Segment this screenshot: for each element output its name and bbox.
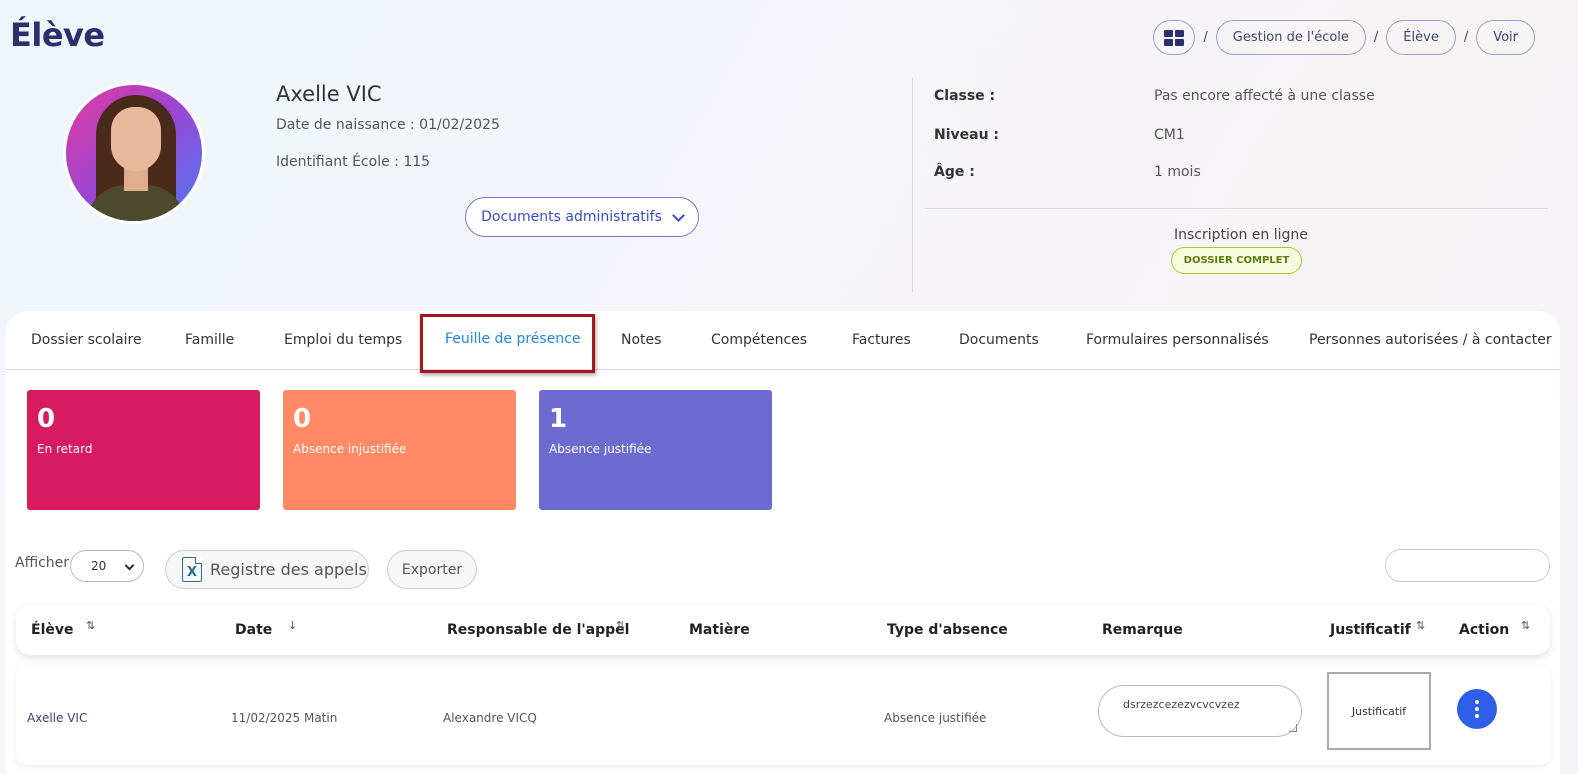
dashboard-button[interactable]: [1153, 20, 1196, 55]
breadcrumb: / Gestion de l'école / Élève / Voir: [1153, 20, 1535, 55]
tab-documents[interactable]: Documents: [959, 332, 1039, 348]
page-size-select[interactable]: 20: [70, 550, 144, 582]
age-value: 1 mois: [1154, 164, 1201, 180]
table-header: Élève ⇅ Date ↓ Responsable de l'appel ⇅ …: [16, 605, 1550, 655]
stat-late-label: En retard: [37, 442, 93, 456]
search-input[interactable]: [1385, 549, 1550, 582]
main-card: Dossier scolaire Famille Emploi du temps…: [6, 311, 1560, 774]
breadcrumb-separator: /: [1463, 30, 1469, 45]
tab-formulaires[interactable]: Formulaires personnalisés: [1086, 332, 1269, 348]
remark-text: dsrzezcezezvcvcvzez: [1123, 698, 1240, 711]
breadcrumb-student[interactable]: Élève: [1386, 20, 1456, 55]
admin-documents-button[interactable]: Documents administratifs: [465, 197, 699, 237]
cell-date: 11/02/2025 Matin: [231, 711, 338, 725]
classe-value: Pas encore affecté à une classe: [1154, 88, 1375, 104]
sort-icon[interactable]: ⇅: [1521, 619, 1530, 632]
column-responsable[interactable]: Responsable de l'appel: [447, 622, 629, 638]
niveau-value: CM1: [1154, 127, 1185, 143]
column-date[interactable]: Date: [235, 622, 272, 638]
breadcrumb-separator: /: [1203, 30, 1208, 45]
stat-late-value: 0: [37, 404, 56, 434]
column-eleve[interactable]: Élève: [31, 622, 73, 638]
active-tab-highlight: [420, 314, 595, 373]
stat-justified: 1 Absence justifiée: [539, 390, 772, 510]
cell-eleve[interactable]: Axelle VIC: [27, 711, 87, 725]
tab-notes[interactable]: Notes: [621, 332, 661, 348]
excel-file-icon: X: [182, 557, 202, 582]
cell-responsable: Alexandre VICQ: [443, 711, 537, 725]
tab-famille[interactable]: Famille: [185, 332, 234, 348]
column-action[interactable]: Action: [1459, 622, 1509, 638]
breadcrumb-view[interactable]: Voir: [1476, 20, 1535, 55]
sort-icon[interactable]: ⇅: [616, 619, 625, 632]
tab-emploi-du-temps[interactable]: Emploi du temps: [284, 332, 402, 348]
breadcrumb-separator: /: [1373, 30, 1379, 45]
more-actions-button[interactable]: [1457, 689, 1497, 729]
tab-bar: Dossier scolaire Famille Emploi du temps…: [6, 311, 1560, 373]
stat-late: 0 En retard: [27, 390, 260, 510]
page-size-value: 20: [91, 559, 107, 573]
online-registration-label: Inscription en ligne: [1174, 227, 1308, 243]
sort-icon[interactable]: ⇅: [1416, 619, 1425, 632]
stat-unjustified-value: 0: [293, 404, 312, 434]
stat-justified-label: Absence justifiée: [549, 442, 652, 456]
niveau-label: Niveau :: [934, 127, 1000, 143]
tab-competences[interactable]: Compétences: [711, 332, 807, 348]
classe-label: Classe :: [934, 88, 996, 104]
table-row: Axelle VIC 11/02/2025 Matin Alexandre VI…: [16, 665, 1550, 765]
breadcrumb-school-management[interactable]: Gestion de l'école: [1215, 20, 1366, 55]
column-matiere: Matière: [689, 622, 750, 638]
student-dob: Date de naissance : 01/02/2025: [276, 117, 500, 133]
chevron-down-icon: [672, 208, 685, 222]
column-justificatif[interactable]: Justificatif: [1330, 622, 1411, 638]
divider: [912, 78, 913, 292]
stat-unjustified-label: Absence injustifiée: [293, 442, 407, 456]
export-button[interactable]: Exporter: [387, 550, 477, 589]
chevron-down-icon: [124, 560, 135, 571]
registre-appels-label: Registre des appels: [210, 560, 367, 579]
sort-icon[interactable]: ⇅: [86, 619, 95, 632]
dashboard-grid-icon: [1164, 29, 1185, 46]
column-remarque: Remarque: [1102, 622, 1183, 638]
student-name: Axelle VIC: [276, 82, 382, 106]
column-type-absence: Type d'absence: [887, 622, 1008, 638]
status-badge: DOSSIER COMPLET: [1171, 247, 1302, 274]
divider: [925, 208, 1548, 209]
stat-unjustified: 0 Absence injustifiée: [283, 390, 516, 510]
more-vertical-icon: [1475, 700, 1479, 704]
student-school-id: Identifiant École : 115: [276, 154, 431, 170]
tab-personnes-autorisees[interactable]: Personnes autorisées / à contacter: [1309, 332, 1552, 348]
tab-dossier-scolaire[interactable]: Dossier scolaire: [31, 332, 142, 348]
page-title: Élève: [10, 16, 105, 54]
stat-justified-value: 1: [549, 404, 568, 434]
resize-handle-icon[interactable]: [1289, 724, 1297, 732]
page-size-label: Afficher: [15, 555, 70, 571]
remark-textarea[interactable]: dsrzezcezezvcvcvzez: [1098, 685, 1302, 737]
avatar: [63, 82, 205, 224]
justificatif-button[interactable]: Justificatif: [1327, 672, 1431, 750]
age-label: Âge :: [934, 164, 975, 180]
sort-desc-icon[interactable]: ↓: [288, 619, 297, 632]
tab-factures[interactable]: Factures: [852, 332, 911, 348]
cell-type-absence: Absence justifiée: [884, 711, 987, 725]
registre-appels-button[interactable]: X Registre des appels: [165, 550, 369, 589]
admin-documents-label: Documents administratifs: [481, 209, 662, 225]
